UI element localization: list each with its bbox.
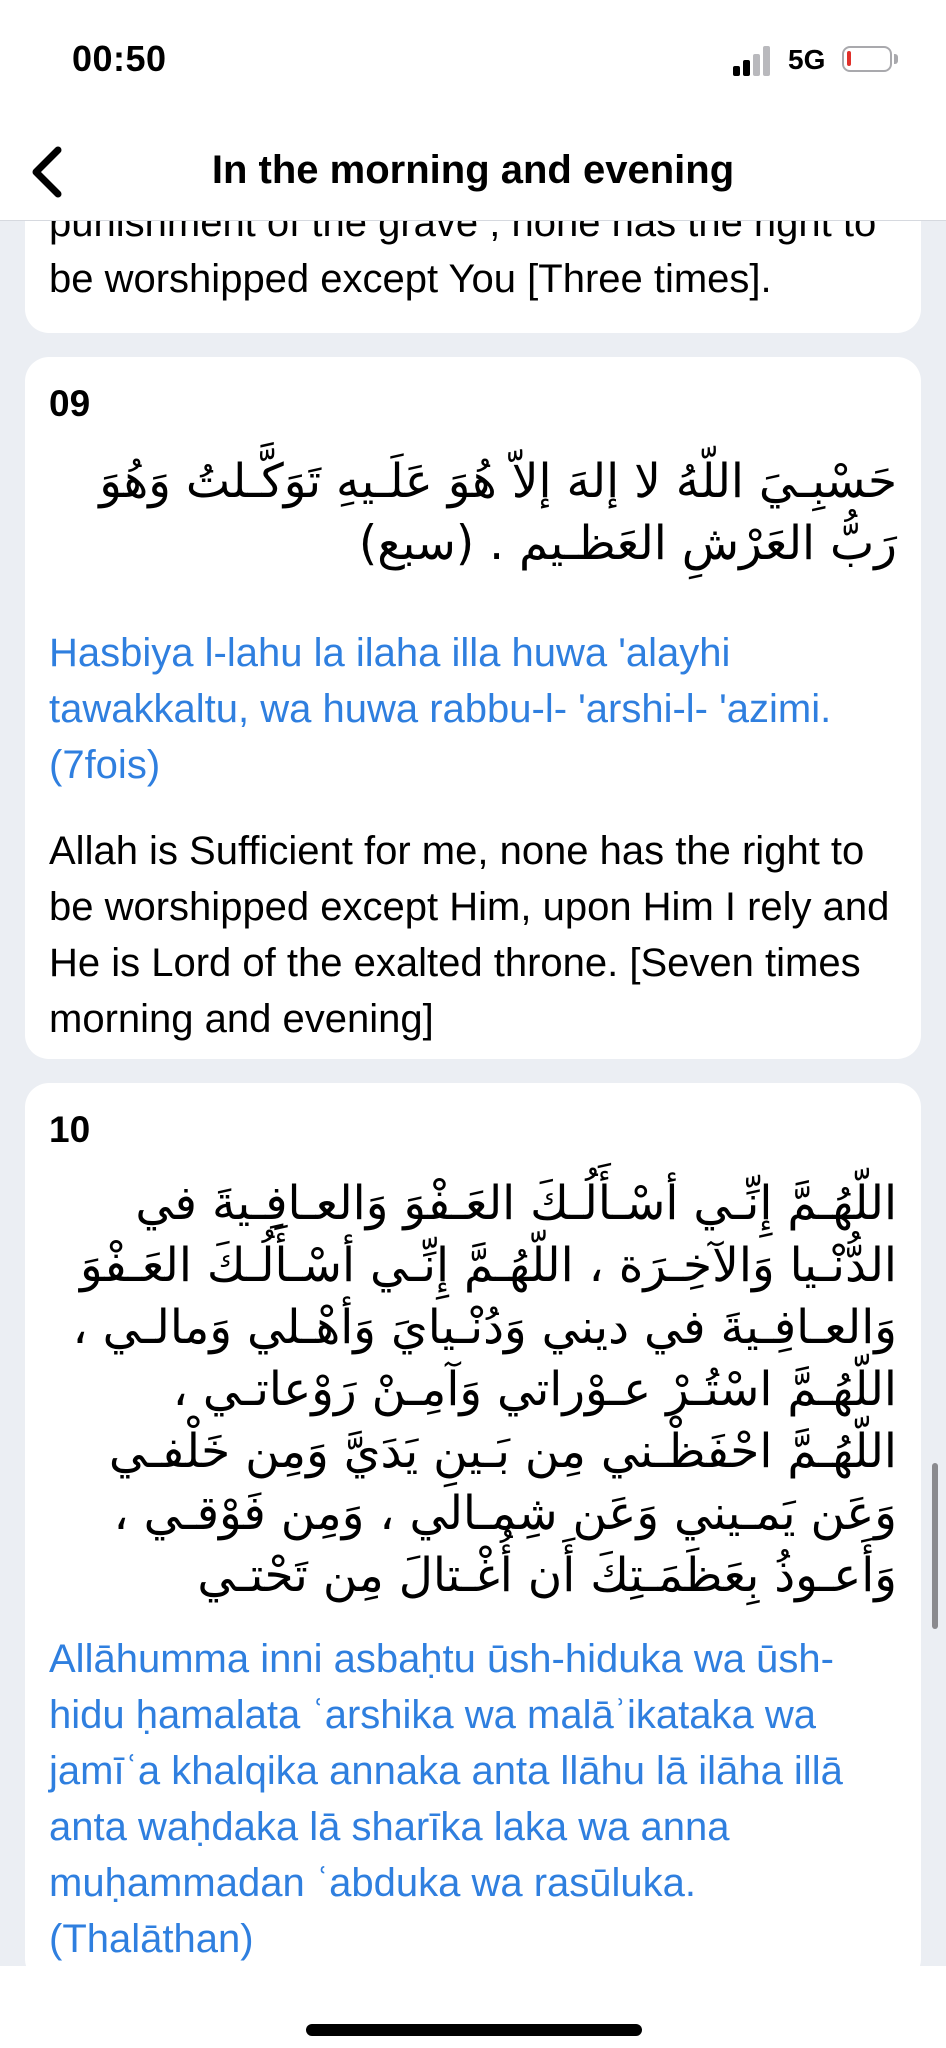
adhkar-list[interactable]: punishment of the grave ; none has the r… xyxy=(0,221,946,1966)
scroll-indicator[interactable] xyxy=(932,1463,938,1629)
dhikr-arabic: اللّهُـمَّ إِنِّـي أسْـأَلُـكَ العَـفْوَ… xyxy=(72,1176,897,1603)
dhikr-number: 09 xyxy=(49,383,91,424)
status-time: 00:50 xyxy=(72,38,167,79)
navigation-bar: In the morning and evening xyxy=(0,120,946,221)
cellular-signal-icon xyxy=(733,44,775,76)
network-type: 5G xyxy=(788,44,826,75)
dhikr-arabic: حَسْبِـيَ اللّهُ لا إلهَ إلاّ هُوَ عَلَـ… xyxy=(99,454,897,571)
home-area xyxy=(0,1966,946,2048)
dhikr-translation: Allah is Sufficient for me, none has the… xyxy=(49,829,890,1041)
page-title: In the morning and evening xyxy=(211,148,735,192)
home-indicator[interactable] xyxy=(306,2024,642,2036)
battery-icon xyxy=(842,46,898,72)
dhikr-transliteration: Hasbiya l-lahu la ilaha illa huwa 'alayh… xyxy=(49,631,832,787)
dhikr-translation: punishment of the grave ; none has the r… xyxy=(49,221,877,301)
dhikr-card: 09 حَسْبِـيَ اللّهُ لا إلهَ إلاّ هُوَ عَ… xyxy=(25,357,921,1059)
dhikr-transliteration: Allāhumma inni asbaḥtu ūsh-hiduka wa ūsh… xyxy=(49,1637,843,1961)
dhikr-card: 10 اللّهُـمَّ إِنِّـي أسْـأَلُـكَ العَـف… xyxy=(25,1083,921,1966)
dhikr-card: punishment of the grave ; none has the r… xyxy=(25,221,921,333)
status-bar: 00:50 5G xyxy=(0,0,946,120)
dhikr-number: 10 xyxy=(49,1109,91,1150)
